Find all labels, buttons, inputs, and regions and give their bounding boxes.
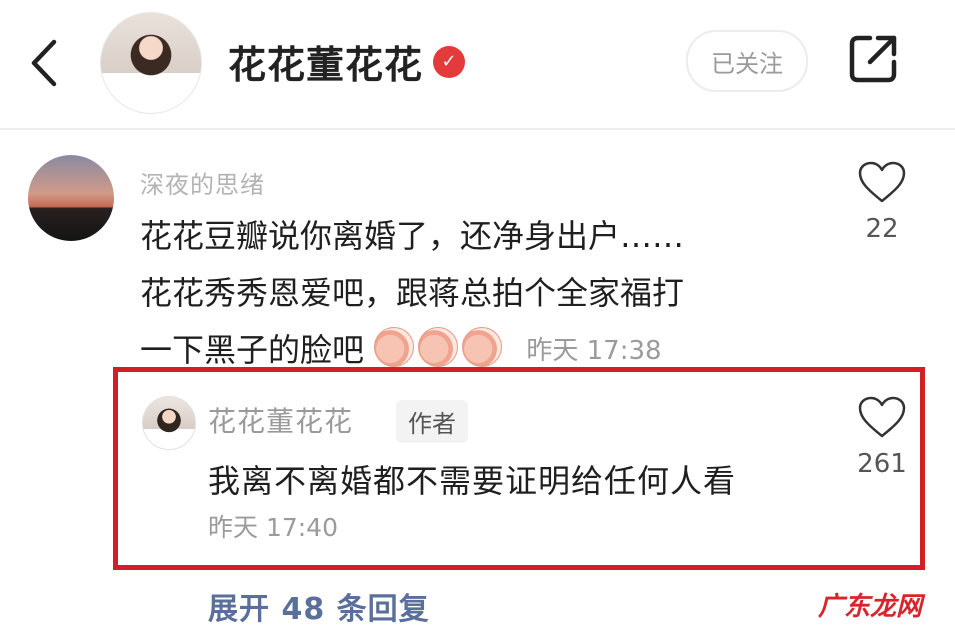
comment-line-2: 花花秀秀恩爱吧，跟蒋总拍个全家福打 — [140, 274, 685, 312]
comment-like-count: 22 — [865, 214, 899, 244]
author-title: 花花董花花 ✓ — [228, 34, 466, 89]
header-divider — [0, 128, 955, 130]
commenter-username[interactable]: 深夜的思绪 — [140, 165, 265, 200]
page-title: 花花董花花 — [228, 43, 424, 87]
share-icon[interactable] — [846, 30, 902, 86]
reply-text: 我离不离婚都不需要证明给任何人看 — [208, 462, 737, 500]
comment-like-button[interactable]: 22 — [852, 160, 912, 250]
comment-line-3-text: 一下黑子的脸吧 — [140, 331, 365, 369]
back-arrow-icon — [31, 39, 57, 87]
comment-line-1: 花花豆瓣说你离婚了，还净身出户…… — [140, 217, 685, 255]
reply-like-count: 261 — [857, 449, 907, 479]
top-bar: 花花董花花 ✓ 已关注 — [0, 0, 955, 128]
heart-icon — [858, 161, 906, 203]
heart-icon — [858, 396, 906, 438]
expand-replies-link[interactable]: 展开 48 条回复 — [208, 584, 430, 628]
follow-button[interactable]: 已关注 — [686, 30, 808, 92]
author-badge: 作者 — [396, 400, 468, 443]
verified-check-icon: ✓ — [433, 45, 466, 78]
pig-face-emoji-icon — [374, 327, 415, 367]
back-button[interactable] — [22, 38, 66, 88]
reply-author-avatar[interactable] — [142, 396, 196, 450]
commenter-avatar[interactable] — [28, 155, 114, 241]
reply-time: 昨天 17:40 — [208, 513, 338, 542]
pig-face-emoji-icon — [418, 327, 459, 367]
watermark: 广东龙网 — [818, 592, 923, 622]
pig-face-emoji-icon — [462, 327, 503, 367]
reply-username[interactable]: 花花董花花 — [208, 400, 353, 440]
comment-text: 花花豆瓣说你离婚了，还净身出户…… 花花秀秀恩爱吧，跟蒋总拍个全家福打 一下黑子… — [140, 208, 800, 380]
reply-like-button[interactable]: 261 — [852, 395, 912, 485]
comment-time: 昨天 17:38 — [526, 336, 662, 366]
author-avatar[interactable] — [100, 12, 202, 114]
